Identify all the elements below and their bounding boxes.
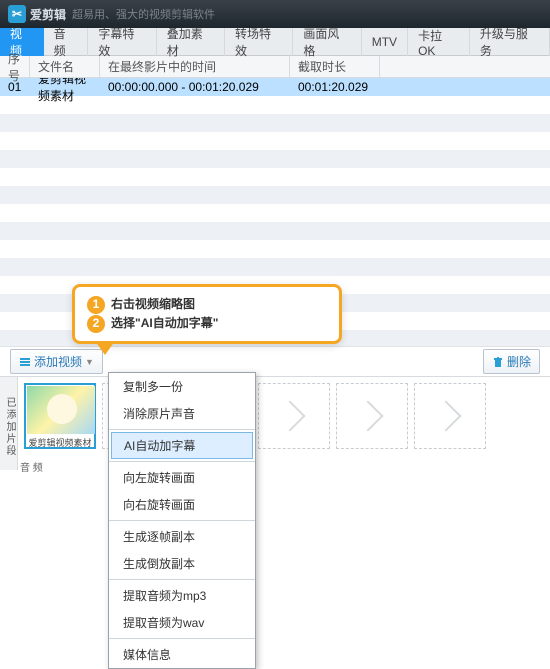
context-menu: 复制多一份 消除原片声音 AI自动加字幕 向左旋转画面 向右旋转画面 生成逐帧副… bbox=[108, 372, 256, 669]
table-row bbox=[0, 186, 550, 204]
delete-button[interactable]: 删除 bbox=[483, 349, 540, 374]
table-row bbox=[0, 204, 550, 222]
ctx-extract-mp3[interactable]: 提取音频为mp3 bbox=[109, 582, 255, 609]
separator bbox=[109, 461, 255, 462]
cell-name: 爱剪辑视频素材 bbox=[30, 78, 100, 104]
ctx-mute[interactable]: 消除原片声音 bbox=[109, 400, 255, 427]
cell-index: 01 bbox=[0, 80, 30, 94]
tab-audio[interactable]: 音频 bbox=[44, 28, 89, 56]
col-duration: 截取时长 bbox=[290, 56, 380, 77]
dropdown-icon: ▼ bbox=[85, 357, 94, 367]
title-bar: ✂ 爱剪辑 超易用、强大的视频剪辑软件 bbox=[0, 0, 550, 28]
cell-dur: 00:01:20.029 bbox=[290, 80, 380, 94]
col-index: 序号 bbox=[0, 56, 30, 77]
ctx-frame-copy[interactable]: 生成逐帧副本 bbox=[109, 523, 255, 550]
instruction-callout: 1 右击视频缩略图 2 选择"AI自动加字幕" bbox=[72, 284, 342, 344]
ctx-extract-wav[interactable]: 提取音频为wav bbox=[109, 609, 255, 636]
tab-transition[interactable]: 转场特效 bbox=[225, 28, 293, 56]
clip-placeholder[interactable] bbox=[258, 383, 330, 449]
side-tab-added[interactable]: 已添加片段 bbox=[0, 377, 18, 470]
table-row bbox=[0, 258, 550, 276]
tab-karaoke[interactable]: 卡拉OK bbox=[408, 28, 470, 56]
table-row bbox=[0, 168, 550, 186]
ctx-media-info[interactable]: 媒体信息 bbox=[109, 641, 255, 668]
step-1-text: 右击视频缩略图 bbox=[111, 295, 195, 314]
separator bbox=[109, 520, 255, 521]
step-2-text: 选择"AI自动加字幕" bbox=[111, 314, 218, 333]
ctx-ai-subtitle[interactable]: AI自动加字幕 bbox=[111, 432, 253, 459]
ctx-reverse-copy[interactable]: 生成倒放副本 bbox=[109, 550, 255, 577]
table-row bbox=[0, 150, 550, 168]
table-row bbox=[0, 222, 550, 240]
app-name: 爱剪辑 bbox=[30, 6, 66, 23]
tab-style[interactable]: 画面风格 bbox=[293, 28, 361, 56]
tab-mtv[interactable]: MTV bbox=[362, 28, 408, 56]
col-filename: 文件名 bbox=[30, 56, 100, 77]
col-time: 在最终影片中的时间 bbox=[100, 56, 290, 77]
main-tabs: 视频 音频 字幕特效 叠加素材 转场特效 画面风格 MTV 卡拉OK 升级与服务 bbox=[0, 28, 550, 56]
table-row bbox=[0, 240, 550, 258]
cell-time: 00:00:00.000 - 00:01:20.029 bbox=[100, 80, 290, 94]
separator bbox=[109, 579, 255, 580]
clip-controls: 添加视频 ▼ 删除 bbox=[0, 346, 550, 376]
separator bbox=[109, 429, 255, 430]
add-video-button[interactable]: 添加视频 ▼ bbox=[10, 349, 103, 374]
thumbnail-image bbox=[27, 386, 95, 434]
ctx-copy[interactable]: 复制多一份 bbox=[109, 373, 255, 400]
add-video-label: 添加视频 bbox=[34, 353, 82, 370]
step-number-icon: 1 bbox=[87, 296, 105, 314]
list-icon bbox=[19, 356, 31, 368]
app-logo-icon: ✂ bbox=[8, 5, 26, 23]
step-number-icon: 2 bbox=[87, 315, 105, 333]
ctx-rotate-left[interactable]: 向左旋转画面 bbox=[109, 464, 255, 491]
clip-thumbnail[interactable]: 爱剪辑视频素材 bbox=[24, 383, 96, 449]
table-row[interactable]: 01 爱剪辑视频素材 00:00:00.000 - 00:01:20.029 0… bbox=[0, 78, 550, 96]
trash-icon bbox=[492, 356, 504, 368]
app-tagline: 超易用、强大的视频剪辑软件 bbox=[72, 6, 215, 22]
tab-subtitle-fx[interactable]: 字幕特效 bbox=[88, 28, 156, 56]
delete-label: 删除 bbox=[507, 353, 531, 370]
column-headers: 序号 文件名 在最终影片中的时间 截取时长 bbox=[0, 56, 550, 78]
clip-placeholder[interactable] bbox=[336, 383, 408, 449]
clip-area: 爱剪辑视频素材 bbox=[18, 377, 550, 470]
ctx-rotate-right[interactable]: 向右旋转画面 bbox=[109, 491, 255, 518]
table-row bbox=[0, 132, 550, 150]
tab-overlay[interactable]: 叠加素材 bbox=[157, 28, 225, 56]
separator bbox=[109, 638, 255, 639]
audio-label[interactable]: 音 频 bbox=[20, 459, 43, 474]
thumbnail-label: 爱剪辑视频素材 bbox=[26, 435, 94, 450]
timeline-clips: 已添加片段 爱剪辑视频素材 bbox=[0, 376, 550, 470]
tab-upgrade[interactable]: 升级与服务 bbox=[470, 28, 550, 56]
clip-placeholder[interactable] bbox=[414, 383, 486, 449]
table-row bbox=[0, 114, 550, 132]
tab-video[interactable]: 视频 bbox=[0, 28, 44, 56]
